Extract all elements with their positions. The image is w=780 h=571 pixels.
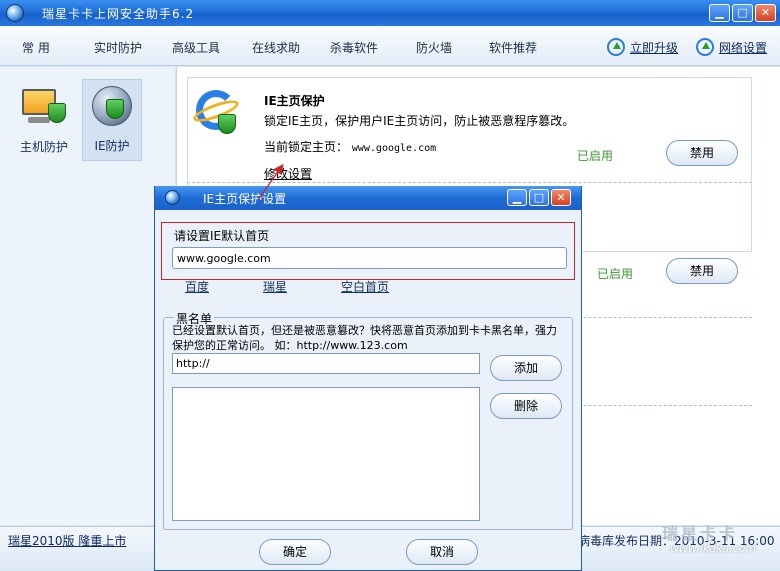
upgrade-link[interactable]: 立即升级	[607, 38, 678, 56]
divider	[187, 182, 752, 183]
modify-settings-link[interactable]: 修改设置	[264, 165, 312, 182]
network-settings-link[interactable]: 网络设置	[696, 38, 767, 56]
globe-shield-icon	[92, 86, 132, 126]
menu-advanced-tools[interactable]: 高级工具	[172, 39, 220, 56]
dialog-logo-icon	[165, 190, 180, 205]
dialog-maximize-button[interactable]: □	[529, 189, 549, 206]
homepage-setting-label: 请设置IE默认首页	[174, 229, 270, 243]
menu-online-help[interactable]: 在线求助	[252, 39, 300, 56]
ie-card-desc: 锁定IE主页，保护用户IE主页访问，防止被恶意程序篡改。	[264, 114, 575, 128]
maximize-button[interactable]: □	[732, 4, 753, 22]
close-button[interactable]: ✕	[755, 4, 776, 22]
dialog-minimize-button[interactable]: ▁	[507, 189, 527, 206]
menu-bar: 常 用 实时防护 高级工具 在线求助 杀毒软件 防火墙 软件推荐 立即升级 网络…	[0, 26, 780, 66]
menu-antivirus[interactable]: 杀毒软件	[330, 39, 378, 56]
blacklist-delete-button[interactable]: 删除	[490, 393, 562, 419]
ie-status-badge: 已启用	[577, 149, 614, 163]
menu-realtime-protection[interactable]: 实时防护	[94, 39, 142, 56]
card2-disable-button[interactable]: 禁用	[666, 258, 738, 284]
ie-homepage-dialog: IE主页保护设置 ▁ □ ✕ 请设置IE默认首页 百度 瑞星 空白首页 黑名单 …	[154, 186, 582, 571]
homepage-setting-group: 请设置IE默认首页	[161, 222, 575, 280]
app-logo-icon	[6, 4, 24, 22]
dialog-window-controls: ▁ □ ✕	[507, 189, 571, 206]
ie-current-homepage: 当前锁定主页： www.google.com	[264, 138, 436, 155]
network-icon	[696, 38, 714, 56]
blacklist-url-input[interactable]	[172, 353, 480, 374]
dialog-close-button[interactable]: ✕	[551, 189, 571, 206]
current-homepage-value: www.google.com	[351, 143, 437, 154]
upgrade-icon	[607, 38, 625, 56]
blacklist-group: 黑名单 已经设置默认首页，但还是被恶意篡改？快将恶意首页添加到卡卡黑名单，强力保…	[163, 310, 573, 530]
blacklist-add-button[interactable]: 添加	[490, 355, 562, 381]
minimize-button[interactable]: ▁	[709, 4, 730, 22]
quick-link-rising[interactable]: 瑞星	[263, 278, 287, 295]
promo-link[interactable]: 瑞星2010版 隆重上市	[8, 532, 126, 549]
menu-firewall[interactable]: 防火墙	[416, 39, 452, 56]
card2-status-badge: 已启用	[597, 267, 634, 281]
left-nav: 主机防护 IE防护	[0, 67, 175, 525]
ie-disable-button[interactable]: 禁用	[666, 140, 738, 166]
nav-ie-label: IE防护	[94, 139, 130, 153]
ie-card-title: IE主页保护	[264, 94, 325, 108]
nav-host-label: 主机防护	[19, 140, 68, 154]
network-label: 网络设置	[719, 40, 768, 55]
main-titlebar: 瑞星卡卡上网安全助手6.2 ▁ □ ✕	[0, 0, 780, 26]
dialog-title: IE主页保护设置	[203, 192, 287, 206]
blacklist-desc: 已经设置默认首页，但还是被恶意篡改？快将恶意首页添加到卡卡黑名单，强力保护您的正…	[172, 324, 557, 352]
menu-software-recommend[interactable]: 软件推荐	[489, 39, 537, 56]
menu-common[interactable]: 常 用	[22, 39, 50, 56]
watermark-logo: 瑞星卡卡	[662, 524, 739, 543]
app-title: 瑞星卡卡上网安全助手6.2	[42, 7, 195, 21]
nav-host-protection[interactable]: 主机防护	[14, 79, 74, 161]
quick-link-blank[interactable]: 空白首页	[341, 278, 389, 295]
computer-icon	[22, 87, 66, 127]
dialog-titlebar[interactable]: IE主页保护设置 ▁ □ ✕	[155, 186, 581, 210]
upgrade-label: 立即升级	[630, 40, 679, 55]
homepage-url-input[interactable]	[172, 247, 567, 269]
blacklist-list[interactable]	[172, 387, 480, 521]
ie-browser-icon	[191, 90, 242, 136]
window-controls: ▁ □ ✕	[709, 4, 776, 22]
quick-link-baidu[interactable]: 百度	[185, 278, 209, 295]
watermark-url: www.ikaka.com	[670, 542, 757, 555]
nav-ie-protection[interactable]: IE防护	[82, 79, 142, 161]
cancel-button[interactable]: 取消	[406, 539, 478, 565]
current-homepage-label: 当前锁定主页：	[264, 140, 349, 154]
ok-button[interactable]: 确定	[259, 539, 331, 565]
watermark: 瑞星卡卡 www.ikaka.com	[648, 520, 774, 560]
